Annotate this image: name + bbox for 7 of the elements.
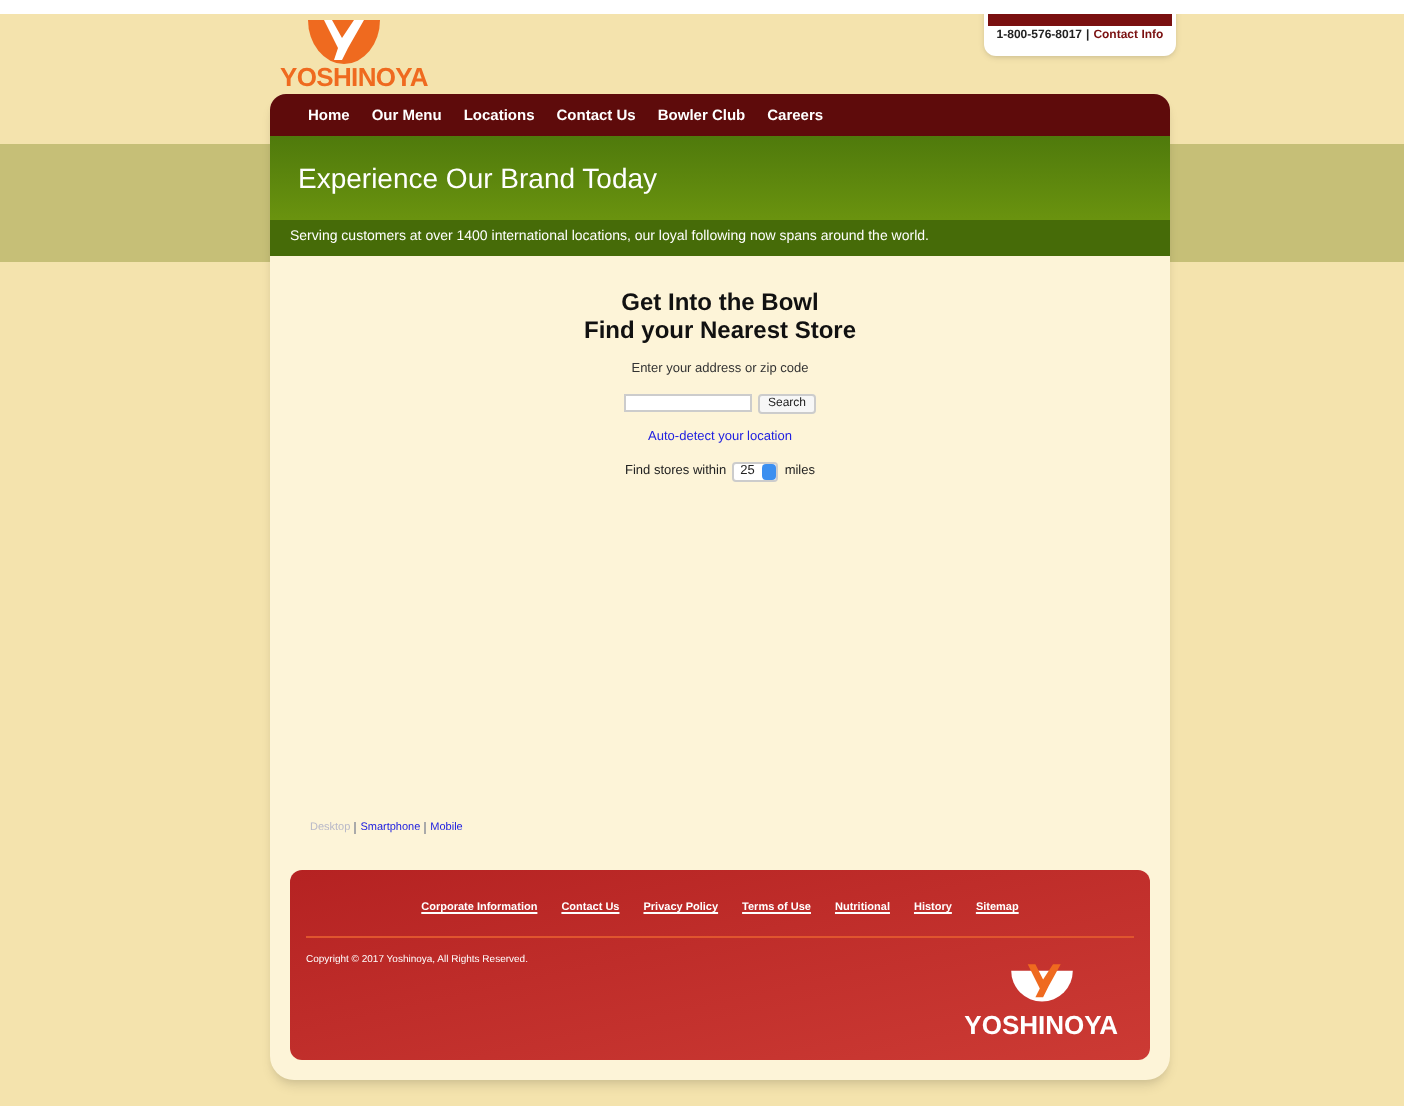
footer-logo-wordmark: YOSHINOYA — [964, 1012, 1118, 1039]
banner-title: Experience Our Brand Today — [298, 159, 658, 198]
address-field[interactable] — [623, 394, 752, 413]
finder-title: Get Into the Bowl — [621, 288, 819, 316]
finder-title: Find your Nearest Store — [583, 316, 857, 344]
logo-icon — [308, 20, 380, 64]
logo-wordmark: YOSHINOYA — [280, 64, 428, 90]
